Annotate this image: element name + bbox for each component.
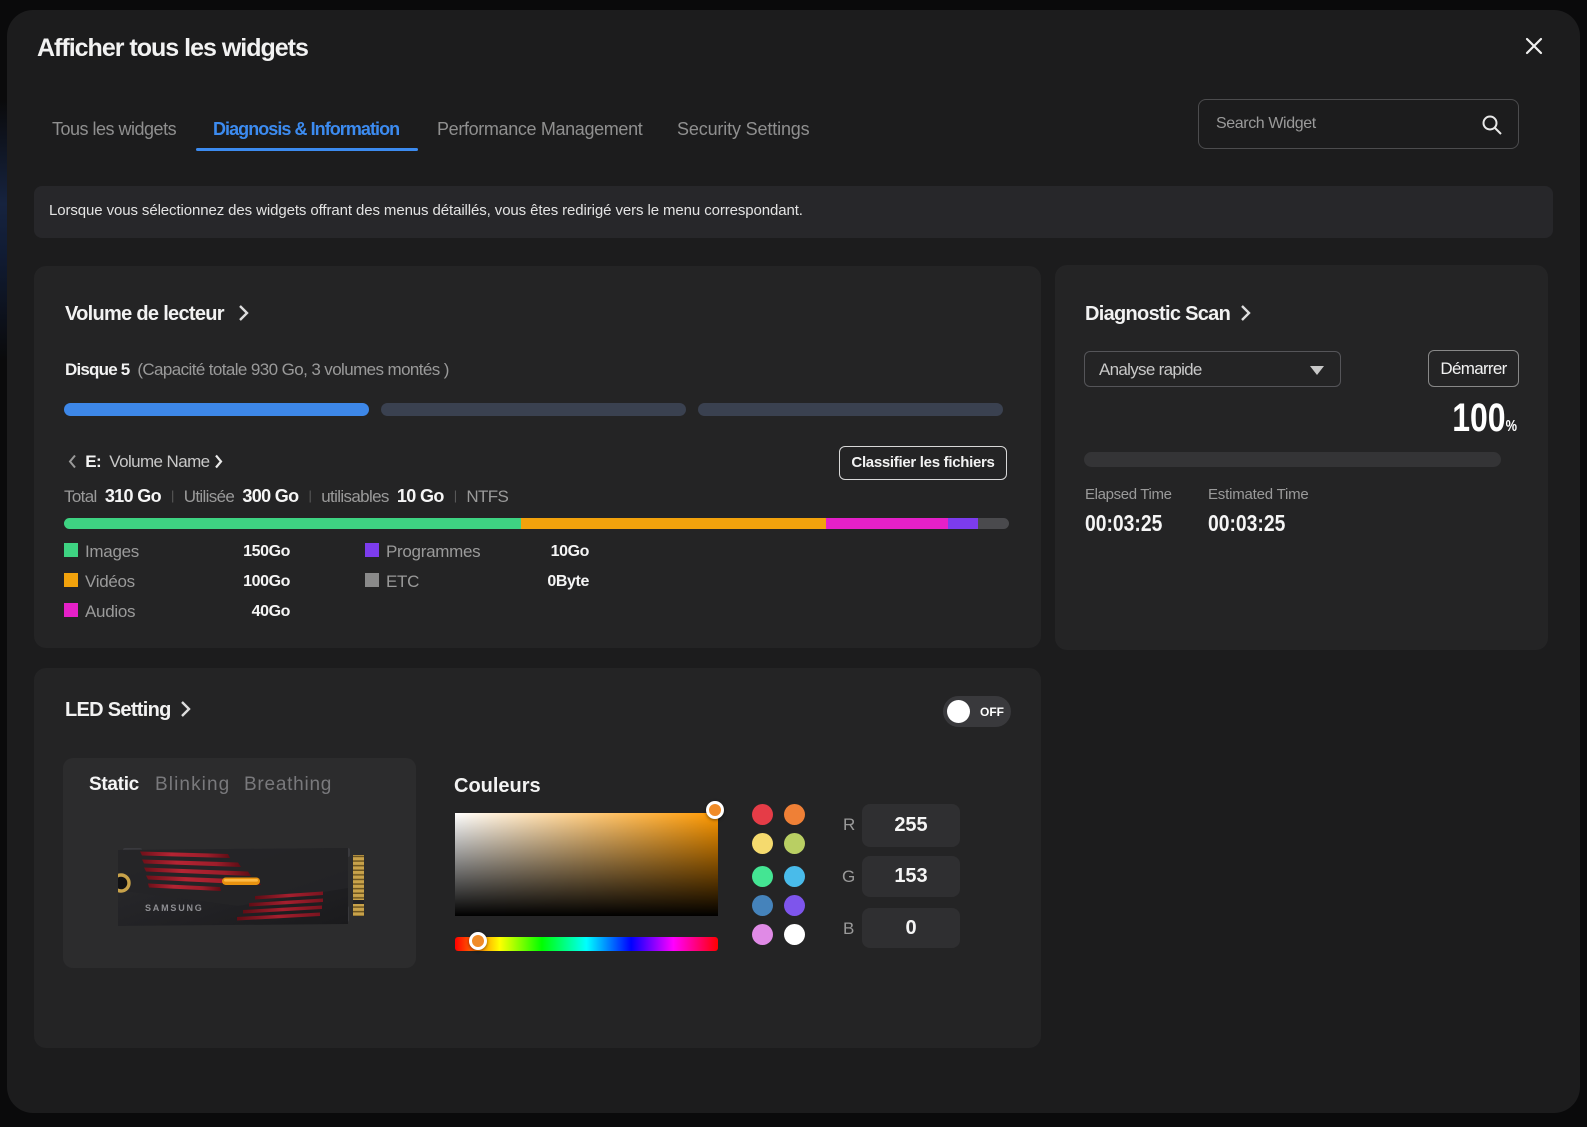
svg-text:SAMSUNG: SAMSUNG bbox=[145, 903, 204, 913]
